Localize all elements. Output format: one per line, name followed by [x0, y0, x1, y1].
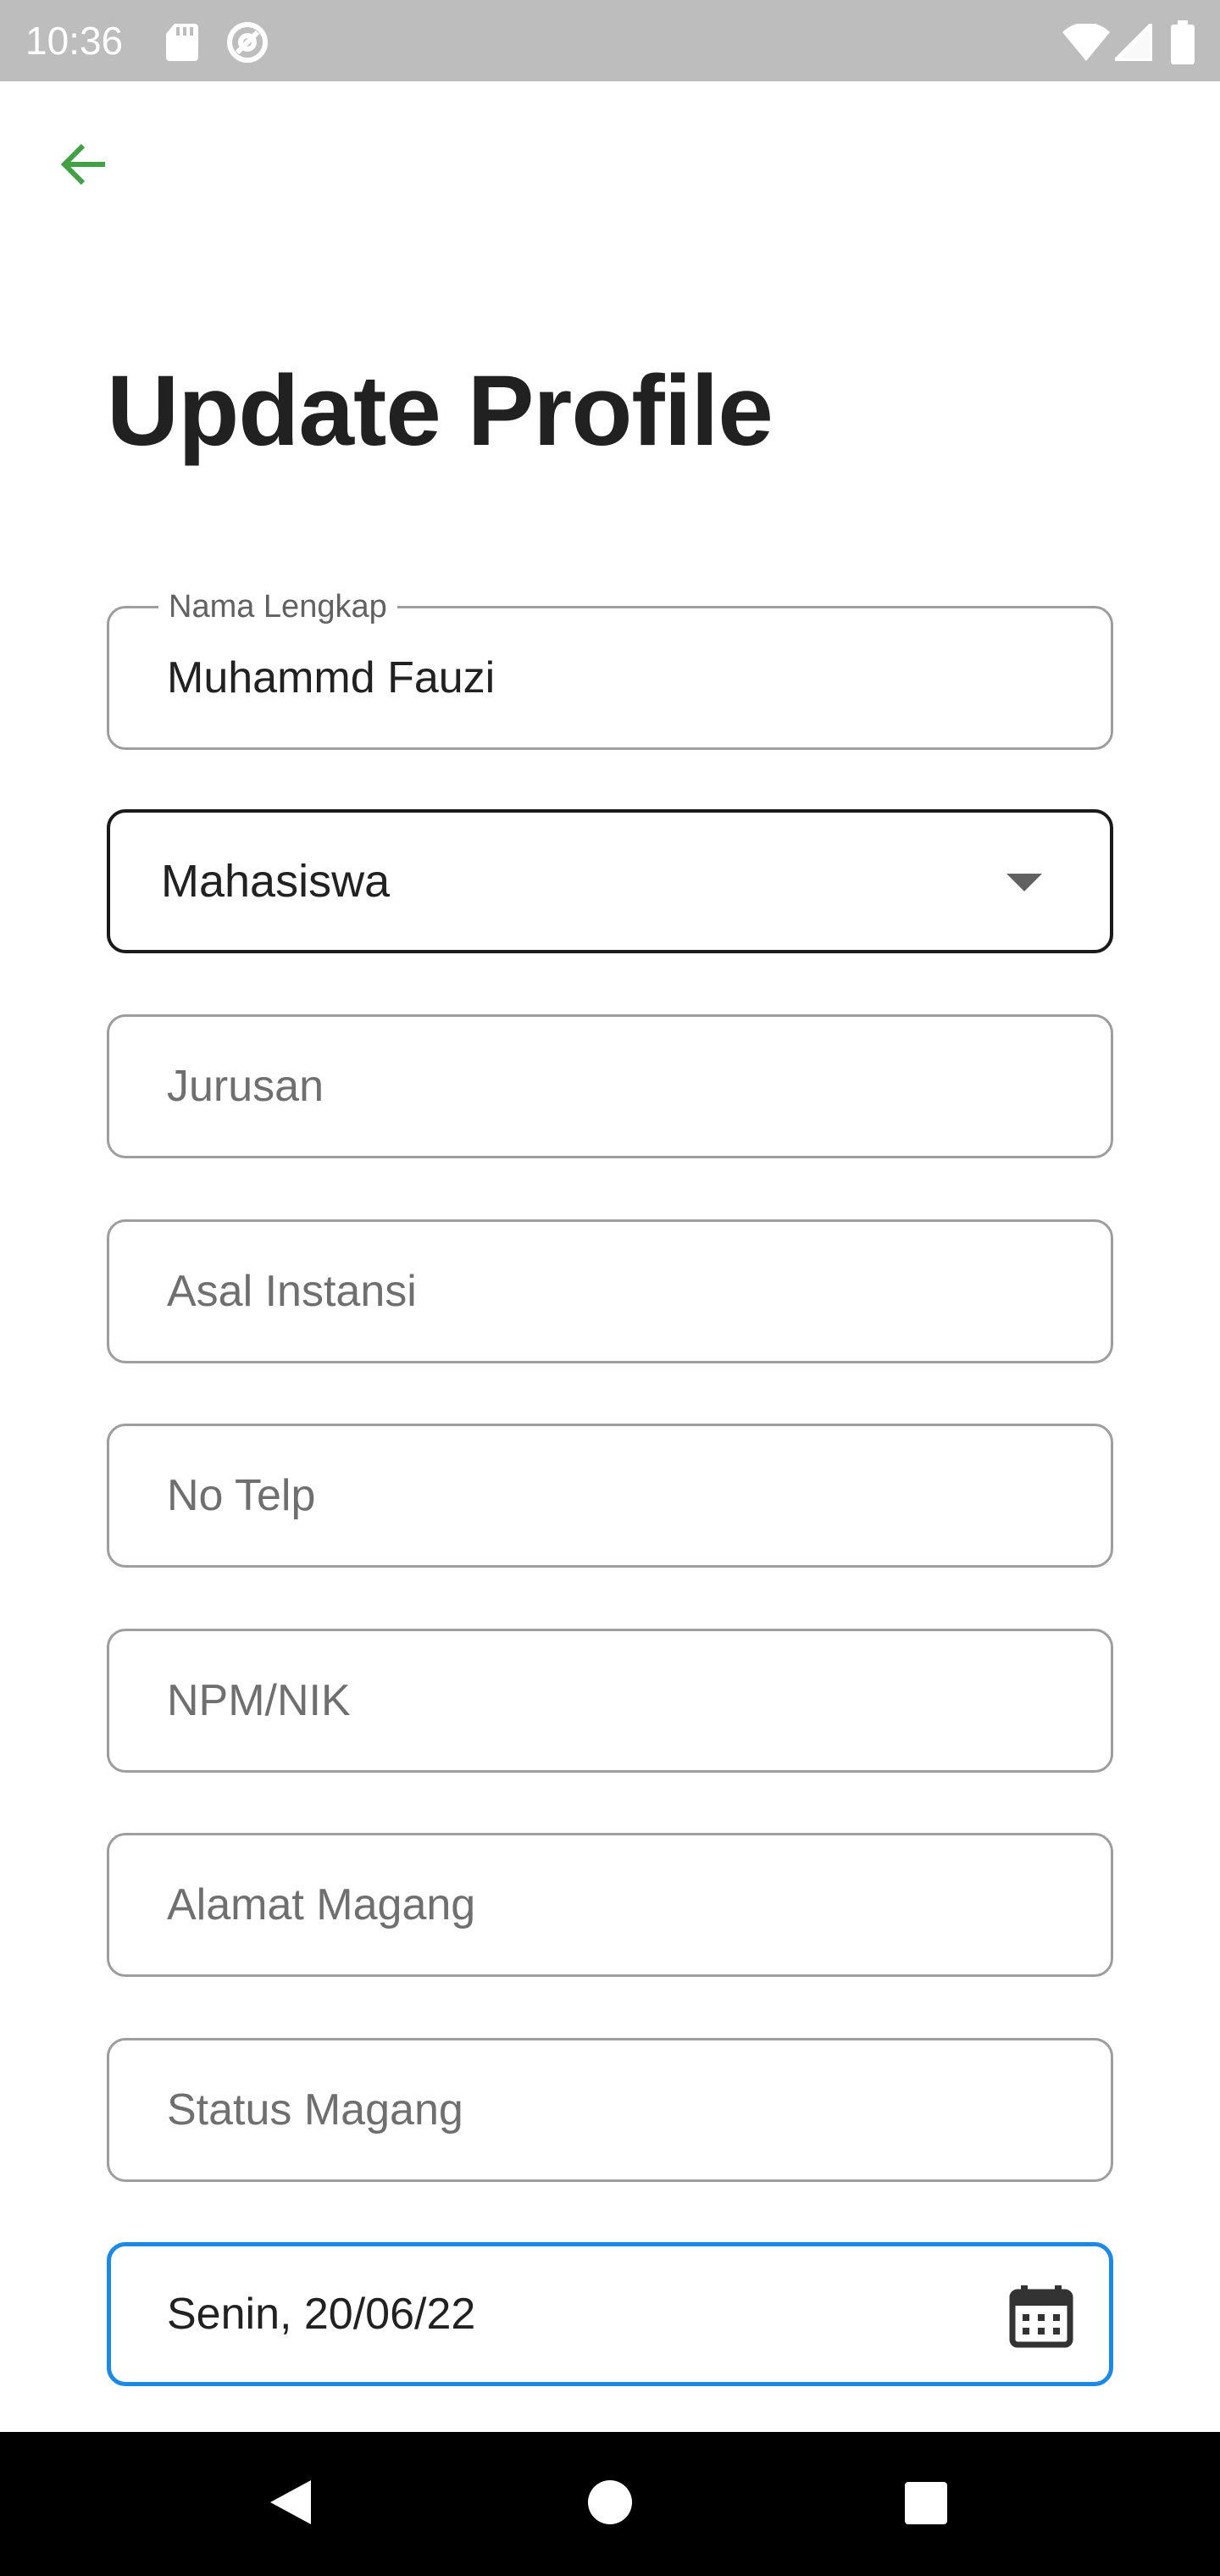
status-magang-field[interactable]	[107, 2038, 1113, 2182]
system-nav-bar	[0, 2432, 1220, 2576]
no-telp-input[interactable]	[167, 1426, 1077, 1565]
dropdown-arrow-icon	[1006, 874, 1042, 891]
status-bar: 10:36	[0, 0, 1220, 81]
jurusan-input[interactable]	[167, 1017, 1077, 1156]
back-triangle-icon	[265, 2477, 316, 2532]
signal-icon	[1109, 18, 1155, 65]
back-button[interactable]	[44, 127, 122, 205]
role-dropdown-value: Mahasiswa	[161, 856, 391, 907]
asal-instansi-input[interactable]	[167, 1222, 1077, 1361]
nama-lengkap-field[interactable]: Nama Lengkap	[107, 588, 1113, 750]
battery-icon	[1171, 20, 1195, 69]
update-profile-screen: 10:36 Update Profile Nama Lengkap Muhamm…	[0, 0, 1220, 2576]
calendar-icon[interactable]	[1007, 2280, 1075, 2348]
nav-home-button[interactable]	[572, 2466, 648, 2542]
asal-instansi-field[interactable]	[107, 1219, 1113, 1363]
nav-back-button[interactable]	[252, 2466, 329, 2542]
nav-recents-button[interactable]	[887, 2466, 963, 2542]
alamat-magang-input[interactable]	[167, 1835, 1077, 1974]
npm-nik-field[interactable]	[107, 1629, 1113, 1773]
sd-card-icon	[166, 24, 198, 65]
nama-lengkap-input[interactable]	[167, 608, 1077, 747]
page-title: Update Profile	[107, 355, 774, 467]
npm-nik-input[interactable]	[167, 1631, 1077, 1770]
at-sign-icon	[225, 20, 269, 69]
no-telp-field[interactable]	[107, 1424, 1113, 1568]
tanggal-value: Senin, 20/06/22	[167, 2290, 476, 2339]
status-time: 10:36	[25, 19, 124, 63]
alamat-magang-field[interactable]	[107, 1833, 1113, 1977]
arrow-left-icon	[56, 137, 110, 196]
recents-square-icon	[900, 2477, 951, 2532]
home-circle-icon	[585, 2477, 635, 2532]
status-magang-input[interactable]	[167, 2040, 1077, 2179]
wifi-icon	[1062, 22, 1110, 65]
tanggal-field[interactable]: Senin, 20/06/22	[107, 2242, 1113, 2386]
jurusan-field[interactable]	[107, 1014, 1113, 1158]
role-dropdown[interactable]: Mahasiswa	[107, 809, 1113, 953]
